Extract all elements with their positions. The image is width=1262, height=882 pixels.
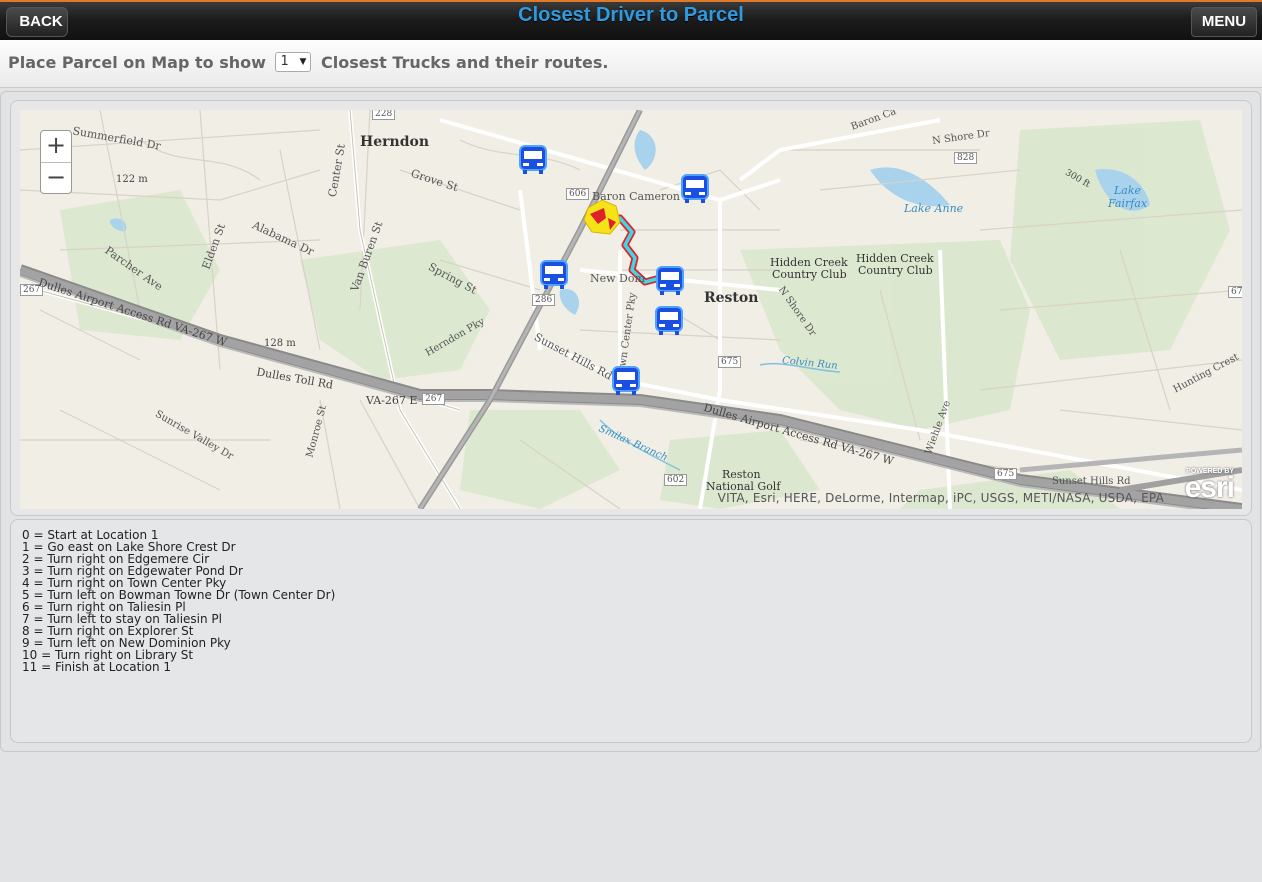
- truck-icon[interactable]: [610, 364, 642, 396]
- app-header: BACK Closest Driver to Parcel MENU: [0, 0, 1262, 40]
- truck-icon[interactable]: [653, 304, 685, 336]
- route-shield-67: 67: [1228, 286, 1242, 298]
- truck-count-value: 1: [280, 53, 289, 69]
- route-shield-286: 286: [532, 294, 556, 306]
- esri-wordmark: esri: [1184, 471, 1235, 504]
- truck-icon[interactable]: [517, 143, 549, 175]
- map-attribution: VITA, Esri, HERE, DeLorme, Intermap, iPC…: [717, 491, 1164, 505]
- route-shield-675-east: 675: [994, 468, 1018, 480]
- label-hidden-creek-1b: Country Club: [772, 268, 847, 281]
- zoom-in-button[interactable]: +: [41, 131, 71, 163]
- truck-icon[interactable]: [654, 264, 686, 296]
- zoom-out-button[interactable]: −: [41, 163, 71, 194]
- truck-icon[interactable]: [679, 172, 711, 204]
- place-reston: Reston: [704, 290, 759, 306]
- route-shield-267-east: 267: [422, 393, 446, 405]
- label-va267-east: VA-267 E: [366, 394, 418, 407]
- truck-count-select[interactable]: 1 ▼: [275, 51, 312, 72]
- page-title: Closest Driver to Parcel: [518, 4, 744, 26]
- esri-logo[interactable]: POWERED BY esri: [1184, 468, 1235, 505]
- dropdown-arrow-icon: ▼: [299, 56, 307, 67]
- instruction-bar: Place Parcel on Map to show 1 ▼ Closest …: [0, 40, 1262, 88]
- instruction-text: Place Parcel on Map to show 1 ▼ Closest …: [8, 51, 609, 74]
- label-hidden-creek-2b: Country Club: [858, 264, 933, 277]
- route-shield-602: 602: [664, 474, 688, 486]
- label-lake-anne: Lake Anne: [904, 202, 964, 215]
- route-shield-606: 606: [566, 188, 590, 200]
- zoom-control: + −: [40, 130, 72, 194]
- label-lake-fairfax: Lake Fairfax: [1108, 184, 1148, 210]
- label-elevation-122: 122 m: [116, 174, 148, 185]
- directions-list: 0 = Start at Location 1 1 = Go east on L…: [22, 529, 335, 673]
- map-view[interactable]: 228 606 828 286 267 267 675 675 602 67 H…: [20, 110, 1242, 509]
- place-herndon: Herndon: [360, 134, 429, 150]
- truck-icon[interactable]: [538, 258, 570, 290]
- route-shield-675: 675: [718, 356, 742, 368]
- direction-step: 11 = Finish at Location 1: [22, 660, 172, 674]
- instruction-prefix: Place Parcel on Map to show: [8, 53, 266, 72]
- label-elevation-128: 128 m: [264, 338, 296, 349]
- instruction-suffix: Closest Trucks and their routes.: [321, 53, 609, 72]
- label-new-dominion: New Dom: [590, 272, 645, 285]
- route-shield-228: 228: [372, 110, 396, 120]
- route-shield-828: 828: [954, 152, 978, 164]
- label-sunset-hills-east: Sunset Hills Rd: [1052, 476, 1131, 487]
- menu-button[interactable]: MENU: [1191, 7, 1257, 37]
